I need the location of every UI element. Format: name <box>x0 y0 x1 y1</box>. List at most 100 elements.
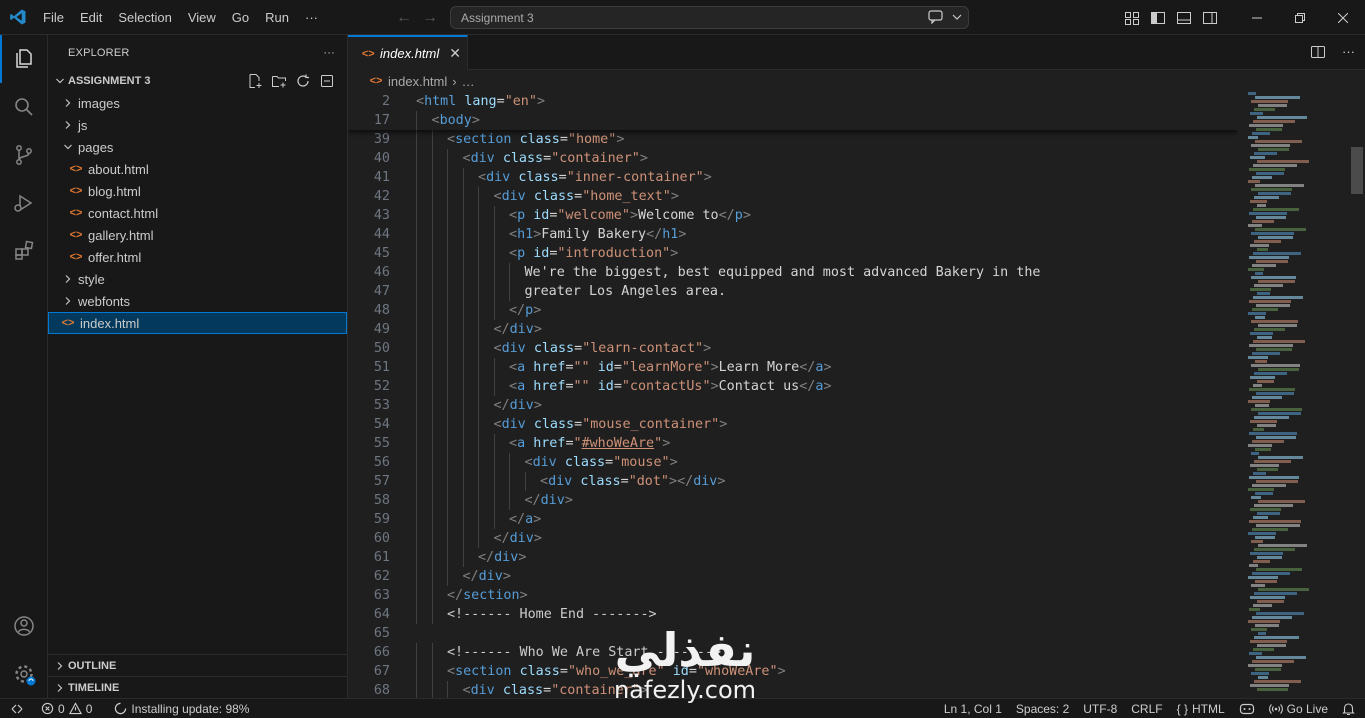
problems-indicator[interactable]: 0 0 <box>34 699 99 718</box>
code-line[interactable]: 49 </div> <box>348 320 1238 339</box>
restore-button[interactable] <box>1278 0 1321 35</box>
back-arrow-icon[interactable]: ← <box>396 9 412 27</box>
code-line[interactable]: 61 </div> <box>348 548 1238 567</box>
sticky-scroll-line[interactable]: 2 <html lang="en"> <box>348 92 1238 111</box>
code-line[interactable]: 41 <div class="inner-container"> <box>348 168 1238 187</box>
code-line[interactable]: 44 <h1>Family Bakery</h1> <box>348 225 1238 244</box>
indentation[interactable]: Spaces: 2 <box>1009 699 1076 718</box>
folder-style[interactable]: style <box>48 268 347 290</box>
code-line[interactable]: 67 <section class="who_we_are" id="whoWeA… <box>348 662 1238 681</box>
file-offer-html[interactable]: <> offer.html <box>48 246 347 268</box>
code-line[interactable]: 40 <div class="container"> <box>348 149 1238 168</box>
copilot-status[interactable] <box>1232 699 1262 718</box>
code-line[interactable]: 50 <div class="learn-contact"> <box>348 339 1238 358</box>
code-line[interactable]: 60 </div> <box>348 529 1238 548</box>
minimap[interactable] <box>1248 92 1353 698</box>
code-line[interactable]: 68 <div class="container"> <box>348 681 1238 698</box>
more-actions-icon[interactable]: ··· <box>1342 44 1355 60</box>
folder-js[interactable]: js <box>48 114 347 136</box>
code-line[interactable]: 39 <section class="home"> <box>348 130 1238 149</box>
html-file-icon: <> <box>69 163 83 175</box>
go-live-button[interactable]: Go Live <box>1262 699 1335 718</box>
code-line[interactable]: 65 <box>348 624 1238 643</box>
explorer-activity-button[interactable] <box>0 35 48 83</box>
menu-item-view[interactable]: View <box>180 0 224 35</box>
code-line[interactable]: 52 <a href="" id="contactUs">Contact us</… <box>348 377 1238 396</box>
search-activity-button[interactable] <box>0 83 48 131</box>
cursor-position[interactable]: Ln 1, Col 1 <box>937 699 1009 718</box>
code-line[interactable]: 58 </div> <box>348 491 1238 510</box>
code-line[interactable]: 63 </section> <box>348 586 1238 605</box>
language-mode[interactable]: { } HTML <box>1170 699 1232 718</box>
code-line[interactable]: 47 greater Los Angeles area. <box>348 282 1238 301</box>
minimap-line <box>1254 196 1279 199</box>
file-gallery-html[interactable]: <> gallery.html <box>48 224 347 246</box>
outline-section[interactable]: OUTLINE <box>48 654 348 677</box>
toggle-panel-icon[interactable] <box>1176 10 1192 26</box>
folder-images[interactable]: images <box>48 92 347 114</box>
menu-item-run[interactable]: Run <box>257 0 297 35</box>
code-line[interactable]: 54 <div class="mouse_container"> <box>348 415 1238 434</box>
file-about-html[interactable]: <> about.html <box>48 158 347 180</box>
command-center[interactable]: Assignment 3 <box>450 6 969 29</box>
copilot-chat-icon[interactable] <box>928 10 944 24</box>
timeline-section[interactable]: TIMELINE <box>48 676 348 699</box>
refresh-icon[interactable] <box>295 73 311 89</box>
sticky-scroll-line[interactable]: 17 <body> <box>348 111 1238 130</box>
code-line[interactable]: 64 <!------ Home End -------> <box>348 605 1238 624</box>
code-line[interactable]: 43 <p id="welcome">Welcome to</p> <box>348 206 1238 225</box>
code-line[interactable]: 42 <div class="home_text"> <box>348 187 1238 206</box>
code-line[interactable]: 62 </div> <box>348 567 1238 586</box>
update-status[interactable]: Installing update: 98% <box>107 699 256 718</box>
toggle-primary-sidebar-icon[interactable] <box>1150 10 1166 26</box>
tab-index-html[interactable]: <> index.html ✕ <box>348 35 468 70</box>
minimize-button[interactable] <box>1235 0 1278 35</box>
code-line[interactable]: 57 <div class="dot"></div> <box>348 472 1238 491</box>
menu-item-selection[interactable]: Selection <box>110 0 179 35</box>
breadcrumb-symbol[interactable]: … <box>462 74 475 89</box>
close-window-button[interactable] <box>1321 0 1364 35</box>
folder-pages[interactable]: pages <box>48 136 347 158</box>
customize-layout-icon[interactable] <box>1124 10 1140 26</box>
file-blog-html[interactable]: <> blog.html <box>48 180 347 202</box>
source-control-activity-button[interactable] <box>0 131 48 179</box>
end-of-line[interactable]: CRLF <box>1124 699 1169 718</box>
minimap-line <box>1257 512 1280 515</box>
folder-webfonts[interactable]: webfonts <box>48 290 347 312</box>
explorer-more-button[interactable]: ··· <box>323 47 335 59</box>
split-editor-icon[interactable] <box>1310 44 1326 60</box>
accounts-activity-button[interactable] <box>0 602 48 650</box>
code-line[interactable]: 56 <div class="mouse"> <box>348 453 1238 472</box>
file-index-html[interactable]: <> index.html <box>48 312 347 334</box>
code-editor[interactable]: 2 <html lang="en"> 17 <body> 39 <section clas… <box>348 92 1238 698</box>
project-section-header[interactable]: ASSIGNMENT 3 <box>48 70 347 92</box>
encoding[interactable]: UTF-8 <box>1076 699 1124 718</box>
toggle-secondary-sidebar-icon[interactable] <box>1202 10 1218 26</box>
editor-scrollbar[interactable] <box>1351 147 1363 194</box>
manage-activity-button[interactable] <box>0 650 48 698</box>
code-line[interactable]: 51 <a href="" id="learnMore">Learn More</… <box>348 358 1238 377</box>
code-line[interactable]: 59 </a> <box>348 510 1238 529</box>
code-line[interactable]: 45 <p id="introduction"> <box>348 244 1238 263</box>
code-line[interactable]: 48 </p> <box>348 301 1238 320</box>
menu-item-go[interactable]: Go <box>224 0 257 35</box>
chevron-down-icon[interactable] <box>952 12 962 22</box>
breadcrumb-file[interactable]: index.html <box>388 74 447 89</box>
notifications-button[interactable] <box>1335 699 1365 718</box>
remote-indicator[interactable] <box>0 699 34 718</box>
new-folder-icon[interactable] <box>271 73 287 89</box>
file-contact-html[interactable]: <> contact.html <box>48 202 347 224</box>
tab-close-button[interactable]: ✕ <box>449 45 461 62</box>
menu-item-edit[interactable]: Edit <box>72 0 110 35</box>
extensions-activity-button[interactable] <box>0 227 48 275</box>
code-line[interactable]: 66 <!------ Who We Are Start -------> <box>348 643 1238 662</box>
forward-arrow-icon[interactable]: → <box>422 9 438 27</box>
code-line[interactable]: 46 We're the biggest, best equipped and m… <box>348 263 1238 282</box>
collapse-all-icon[interactable] <box>319 73 335 89</box>
menu-item-file[interactable]: File <box>35 0 72 35</box>
code-line[interactable]: 55 <a href="#whoWeAre"> <box>348 434 1238 453</box>
code-line[interactable]: 53 </div> <box>348 396 1238 415</box>
run-debug-activity-button[interactable] <box>0 179 48 227</box>
new-file-icon[interactable] <box>247 73 263 89</box>
menu-item-more[interactable]: ··· <box>297 0 326 35</box>
